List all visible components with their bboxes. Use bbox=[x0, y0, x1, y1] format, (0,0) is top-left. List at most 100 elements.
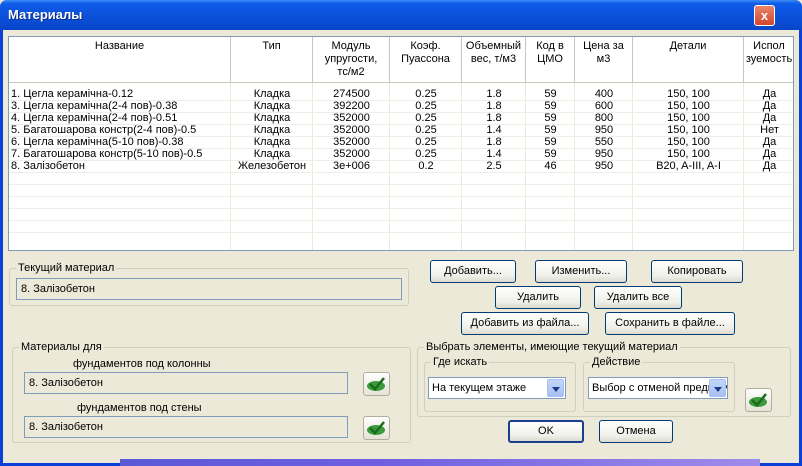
grid-line bbox=[312, 83, 313, 250]
table-row[interactable]: 1. Цегла керамічна-0.12 Кладка 274500 0.25 1… bbox=[9, 88, 793, 100]
table-cell: 950 bbox=[594, 124, 614, 136]
table-cell: 950 bbox=[594, 160, 614, 172]
table-cell: 0.25 bbox=[415, 148, 437, 160]
column-header[interactable]: Название bbox=[9, 37, 231, 83]
table-cell: B20, A-III, A-I bbox=[656, 160, 721, 172]
table-cell: 0.25 bbox=[415, 124, 437, 136]
action-select[interactable]: Выбор с отменой предыдущего bbox=[588, 377, 728, 399]
materials-table[interactable]: Название Тип Модуль упругости, тс/м2 Коэф. … bbox=[8, 36, 794, 251]
table-cell: 59 bbox=[544, 100, 557, 112]
table-row[interactable]: 8. Залізобетон Железобетон 3e+006 0.2 2.5 46 9… bbox=[9, 160, 793, 172]
table-cell: Кладка bbox=[253, 100, 291, 112]
grid-line bbox=[230, 83, 231, 250]
where-select[interactable]: На текущем этаже bbox=[428, 377, 566, 399]
column-header[interactable]: Детали bbox=[633, 37, 744, 83]
table-cell: Кладка bbox=[253, 136, 291, 148]
table-cell: 392200 bbox=[333, 100, 370, 112]
delete-button[interactable]: Удалить bbox=[495, 286, 581, 309]
table-row[interactable]: 7. Багатошарова констр(5-10 пов)-0.5 Клад… bbox=[9, 148, 793, 160]
grid-line bbox=[9, 160, 793, 161]
table-cell: Железобетон bbox=[237, 160, 307, 172]
table-cell: 59 bbox=[544, 88, 557, 100]
table-cell: 1.8 bbox=[486, 100, 502, 112]
ok-button[interactable]: OK bbox=[508, 420, 584, 443]
table-cell: 59 bbox=[544, 136, 557, 148]
table-cell: Да bbox=[762, 88, 777, 100]
column-header[interactable]: Тип bbox=[231, 37, 313, 83]
column-header[interactable]: Объемный вес, т/м3 bbox=[462, 37, 526, 83]
table-cell: 150, 100 bbox=[667, 112, 710, 124]
table-cell: 0.25 bbox=[415, 88, 437, 100]
table-cell: Да bbox=[762, 148, 777, 160]
assign-walls-material-button[interactable] bbox=[363, 416, 390, 440]
table-row[interactable]: 6. Цегла керамічна(5-10 пов)-0.38 Кладка 3… bbox=[9, 136, 793, 148]
select-elements-button[interactable] bbox=[745, 388, 772, 412]
table-cell: Кладка bbox=[253, 124, 291, 136]
table-cell: 150, 100 bbox=[667, 100, 710, 112]
table-cell: 59 bbox=[544, 148, 557, 160]
table-cell: 4. Цегла керамічна(2-4 пов)-0.51 bbox=[11, 112, 178, 124]
table-row[interactable]: 5. Багатошарова констр(2-4 пов)-0.5 Кладк… bbox=[9, 124, 793, 136]
grid-line bbox=[9, 232, 793, 233]
materials-for-legend: Материалы для bbox=[19, 341, 104, 354]
save-to-file-button[interactable]: Сохранить в файле... bbox=[605, 312, 735, 335]
window-title: Материалы bbox=[8, 7, 83, 22]
table-cell: 600 bbox=[594, 100, 614, 112]
copy-button[interactable]: Копировать bbox=[651, 260, 743, 283]
grid-line bbox=[525, 83, 526, 250]
table-cell: 59 bbox=[544, 112, 557, 124]
table-cell: 1. Цегла керамічна-0.12 bbox=[11, 88, 134, 100]
table-cell: Да bbox=[762, 160, 777, 172]
table-cell: 1.4 bbox=[486, 148, 502, 160]
grid-line bbox=[9, 184, 793, 185]
columns-foundation-field: 8. Залізобетон bbox=[24, 372, 348, 394]
table-cell: Кладка bbox=[253, 112, 291, 124]
assign-columns-material-button[interactable] bbox=[363, 372, 390, 396]
table-cell: 950 bbox=[594, 148, 614, 160]
table-cell: Кладка bbox=[253, 148, 291, 160]
grid-line bbox=[743, 83, 744, 250]
grid-line bbox=[389, 83, 390, 250]
column-header[interactable]: Испол зуемость bbox=[744, 37, 793, 83]
where-group: Где искать На текущем этаже bbox=[424, 356, 576, 412]
dialog-body: Название Тип Модуль упругости, тс/м2 Коэф. … bbox=[3, 30, 799, 463]
edit-button[interactable]: Изменить... bbox=[535, 260, 627, 283]
table-cell: 352000 bbox=[333, 124, 370, 136]
table-cell: 1.8 bbox=[486, 112, 502, 124]
assign-check-icon bbox=[367, 377, 385, 391]
columns-foundation-label: фундаментов под колонны bbox=[73, 358, 211, 370]
grid-line bbox=[9, 172, 793, 173]
title-bar[interactable]: Материалы x bbox=[0, 0, 802, 30]
current-material-field: 8. Залізобетон bbox=[16, 278, 402, 300]
table-cell: 0.25 bbox=[415, 112, 437, 124]
materials-for-group: Материалы для фундаментов под колонны 8.… bbox=[12, 341, 411, 443]
chevron-down-icon[interactable] bbox=[709, 379, 726, 397]
table-row[interactable]: 4. Цегла керамічна(2-4 пов)-0.51 Кладка 35… bbox=[9, 112, 793, 124]
grid-line bbox=[632, 83, 633, 250]
close-button[interactable]: x bbox=[754, 5, 775, 26]
table-cell: 150, 100 bbox=[667, 136, 710, 148]
table-cell: 0.25 bbox=[415, 136, 437, 148]
assign-check-icon bbox=[749, 393, 767, 407]
action-legend: Действие bbox=[590, 356, 643, 369]
table-cell: Кладка bbox=[253, 88, 291, 100]
table-cell: 352000 bbox=[333, 112, 370, 124]
column-header[interactable]: Код в ЦМО bbox=[526, 37, 575, 83]
select-elements-legend: Выбрать элементы, имеющие текущий матери… bbox=[424, 341, 680, 354]
chevron-down-icon[interactable] bbox=[547, 379, 564, 397]
grid-line bbox=[574, 83, 575, 250]
table-cell: 1.4 bbox=[486, 124, 502, 136]
delete-all-button[interactable]: Удалить все bbox=[594, 286, 682, 309]
table-cell: 6. Цегла керамічна(5-10 пов)-0.38 bbox=[11, 136, 184, 148]
add-button[interactable]: Добавить... bbox=[430, 260, 516, 283]
grid-line bbox=[9, 112, 793, 113]
add-from-file-button[interactable]: Добавить из файла... bbox=[461, 312, 589, 335]
table-row[interactable]: 3. Цегла керамічна(2-4 пов)-0.38 Кладка 39… bbox=[9, 100, 793, 112]
cancel-button[interactable]: Отмена bbox=[599, 420, 673, 443]
column-header[interactable]: Модуль упругости, тс/м2 bbox=[313, 37, 390, 83]
grid-line bbox=[461, 83, 462, 250]
column-header[interactable]: Коэф. Пуассона bbox=[390, 37, 462, 83]
materials-window: Материалы x Название Тип Модуль упругости,… bbox=[0, 0, 802, 466]
column-header[interactable]: Цена за м3 bbox=[575, 37, 633, 83]
table-cell: 0.25 bbox=[415, 100, 437, 112]
